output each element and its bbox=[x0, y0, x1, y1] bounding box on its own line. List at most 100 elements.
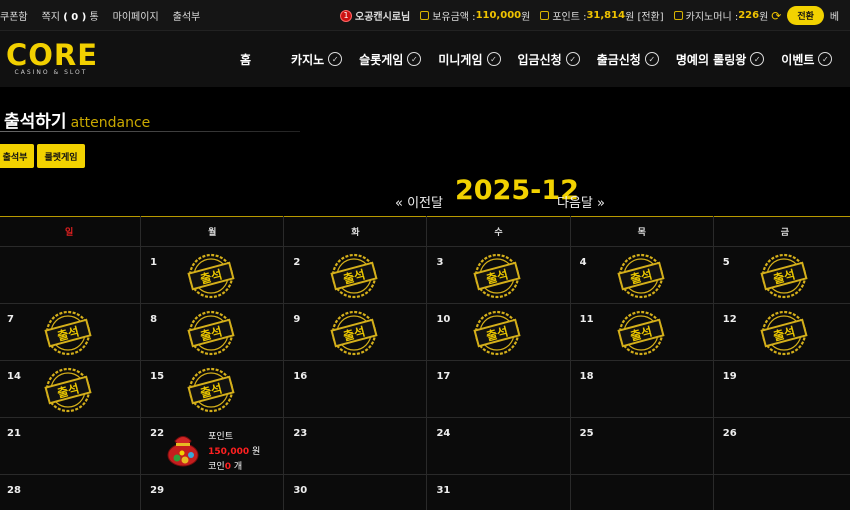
title-divider bbox=[0, 131, 300, 132]
memo-suffix: 통 bbox=[89, 12, 99, 23]
check-circle-icon: ✓ bbox=[818, 52, 833, 66]
reward-amount-line: 150,000 원 bbox=[208, 445, 260, 460]
day-number: 31 bbox=[436, 485, 451, 496]
day-number: 17 bbox=[436, 371, 451, 382]
attendance-stamp-icon: 출석 bbox=[330, 253, 378, 299]
roulette-button[interactable]: 룰렛게임 bbox=[37, 144, 85, 168]
day-number: 25 bbox=[579, 428, 594, 439]
calendar-day-cell: 15 출석 bbox=[140, 360, 285, 418]
point-value: 31,814 bbox=[586, 10, 626, 21]
nav-item-label: 입금신청 bbox=[517, 52, 562, 67]
day-number: 10 bbox=[436, 314, 451, 325]
nav-item-3[interactable]: 미니게임 ✓ bbox=[438, 51, 501, 68]
main-nav: 홈 카지노 ✓ 슬롯게임 ✓ 미니게임 ✓ 입금신청 ✓ 출금신청 ✓ 명예의 롤링왕 ✓ 이벤트 ✓ bbox=[240, 31, 849, 87]
balance-value: 110,000 bbox=[475, 10, 522, 21]
day-number: 16 bbox=[293, 371, 308, 382]
attendance-calendar: 일월화수목금 1 출석 2 출석 3 출석 4 출석 5 출석 7 출석 8 출석 9 출석 10 출석 11 출석 1… bbox=[0, 216, 850, 510]
weekday-label: 목 bbox=[569, 216, 714, 247]
day-number: 15 bbox=[150, 371, 165, 382]
reward-coin-label: 코인 bbox=[208, 462, 225, 472]
reward-amount: 150,000 bbox=[208, 447, 250, 457]
calendar-day-cell: 17 bbox=[426, 360, 571, 418]
refresh-icon[interactable]: ⟳ bbox=[771, 9, 781, 23]
memo-link[interactable]: 쪽지 ( 0 ) 통 bbox=[42, 8, 99, 23]
check-circle-icon: ✓ bbox=[486, 52, 501, 66]
point-info[interactable]: 포인트 : 31,814 원 [전환] bbox=[540, 8, 664, 23]
attendance-stamp-icon: 출석 bbox=[330, 310, 378, 356]
nav-item-4[interactable]: 입금신청 ✓ bbox=[518, 51, 580, 68]
calendar-empty-cell bbox=[712, 474, 850, 510]
attendance-book-button[interactable]: 출석부 bbox=[0, 144, 34, 168]
check-circle-icon: ✓ bbox=[644, 52, 659, 66]
nav-item-label: 슬롯게임 bbox=[359, 52, 404, 67]
attendance-link[interactable]: 출석부 bbox=[173, 8, 201, 23]
nav-item-1[interactable]: 카지노 ✓ bbox=[291, 51, 343, 68]
nav-item-5[interactable]: 출금신청 ✓ bbox=[597, 51, 659, 68]
weekday-label: 화 bbox=[283, 216, 428, 247]
mypage-link[interactable]: 마이페이지 bbox=[113, 8, 159, 23]
user-profile[interactable]: 1 오공캔시로님 bbox=[340, 8, 410, 23]
calendar-week-row: 14 출석 15 출석 16 17 18 19 bbox=[0, 360, 850, 418]
nav-item-7[interactable]: 이벤트 ✓ bbox=[781, 51, 833, 68]
day-number: 3 bbox=[436, 257, 444, 268]
reward-coin-unit: 개 bbox=[230, 462, 243, 472]
calendar-day-cell: 23 bbox=[283, 417, 428, 475]
calendar-week-row: 21 22 포인트 150,000 원 코인0 개 23 24 25 26 bbox=[0, 417, 850, 475]
user-info: 1 오공캔시로님 보유금액 : 110,000 원 포인트 : 31,814 원… bbox=[340, 0, 849, 31]
memo-count: ( 0 ) bbox=[63, 12, 87, 23]
casino-money-unit: 원 bbox=[759, 12, 769, 23]
swap-button[interactable]: 전환 bbox=[787, 6, 824, 25]
calendar-day-cell: 9 출석 bbox=[283, 303, 428, 361]
day-number: 26 bbox=[722, 428, 737, 439]
wallet-icon bbox=[420, 11, 430, 20]
calendar-empty-cell bbox=[0, 246, 142, 304]
calendar-day-cell: 3 출석 bbox=[426, 246, 571, 304]
nav-item-0[interactable]: 홈 bbox=[240, 51, 251, 68]
calendar-day-cell: 10 출석 bbox=[426, 303, 571, 361]
point-label: 포인트 : bbox=[552, 12, 587, 23]
nav-item-label: 명예의 롤링왕 bbox=[675, 52, 747, 67]
weekday-header: 일월화수목금 bbox=[0, 216, 850, 247]
day-number: 30 bbox=[293, 485, 308, 496]
reward-text: 포인트 150,000 원 코인0 개 bbox=[208, 430, 260, 475]
weekday-label: 월 bbox=[140, 216, 285, 247]
prev-month-link[interactable]: « 이전달 bbox=[395, 192, 443, 211]
calendar-day-cell: 12 출석 bbox=[712, 303, 850, 361]
day-number: 9 bbox=[293, 314, 301, 325]
day-number: 21 bbox=[7, 428, 21, 439]
nav-item-6[interactable]: 명예의 롤링왕 ✓ bbox=[675, 51, 765, 68]
day-number: 8 bbox=[150, 314, 158, 325]
cut-off-text[interactable]: 베 bbox=[830, 8, 839, 23]
calendar-day-cell: 18 bbox=[569, 360, 714, 418]
casino-money-label: 카지노머니 : bbox=[685, 12, 739, 23]
nav-item-label: 출금신청 bbox=[596, 52, 641, 67]
username: 오공캔시로님 bbox=[355, 12, 411, 23]
calendar-day-cell: 7 출석 bbox=[0, 303, 142, 361]
calendar-day-cell: 30 bbox=[283, 474, 428, 510]
attendance-stamp-icon: 출석 bbox=[473, 310, 522, 356]
calendar-day-cell: 28 bbox=[0, 474, 142, 510]
calendar-day-cell: 29 bbox=[140, 474, 285, 510]
attendance-stamp-icon: 출석 bbox=[617, 253, 665, 299]
logo-word: CORE bbox=[6, 38, 99, 72]
coupon-link[interactable]: 쿠폰함 bbox=[0, 8, 28, 23]
calendar-day-cell: 8 출석 bbox=[140, 303, 285, 361]
page-title: 출석하기 attendance bbox=[4, 107, 150, 132]
check-circle-icon: ✓ bbox=[407, 52, 422, 66]
day-number: 23 bbox=[293, 428, 308, 439]
attendance-stamp-icon: 출석 bbox=[617, 310, 665, 356]
day-number: 18 bbox=[579, 371, 594, 382]
top-links: 쿠폰함 쪽지 ( 0 ) 통 마이페이지 출석부 bbox=[0, 0, 214, 31]
next-month-link[interactable]: 다음달 » bbox=[557, 192, 605, 211]
nav-item-2[interactable]: 슬롯게임 ✓ bbox=[359, 51, 422, 68]
day-number: 1 bbox=[150, 257, 158, 268]
balance-unit: 원 bbox=[521, 12, 531, 23]
attendance-stamp-icon: 출석 bbox=[187, 367, 235, 413]
calendar-week-row: 28 29 30 31 bbox=[0, 474, 850, 510]
level-badge: 1 bbox=[340, 9, 352, 22]
month-navigation: « 이전달 2025-12 다음달 » bbox=[0, 172, 850, 212]
day-number: 22 bbox=[150, 428, 165, 439]
calendar-day-cell: 31 bbox=[426, 474, 571, 510]
logo[interactable]: CORE CASINO & SLOT bbox=[6, 38, 99, 77]
day-number: 14 bbox=[7, 371, 21, 382]
